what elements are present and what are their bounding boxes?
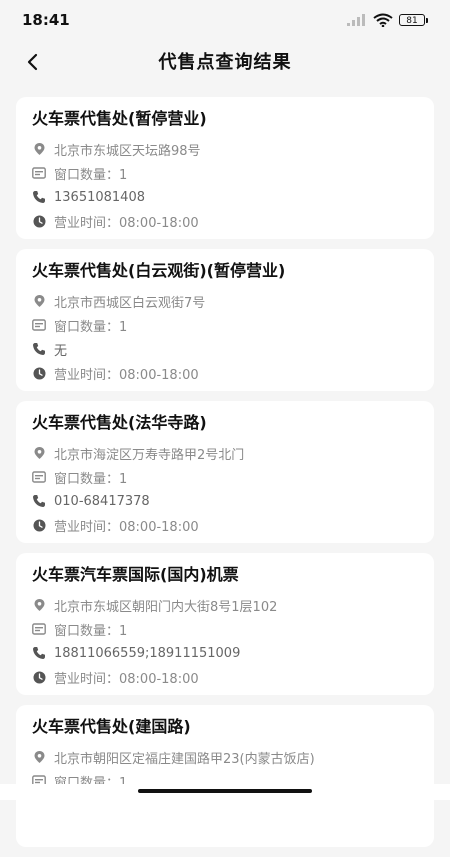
ticket-window-icon xyxy=(32,166,46,180)
wifi-icon xyxy=(373,13,393,27)
battery-level: 81 xyxy=(399,14,425,26)
status-time: 18:41 xyxy=(22,11,70,29)
location-pin-icon xyxy=(32,598,46,612)
location-pin-icon xyxy=(32,294,46,308)
home-bar[interactable] xyxy=(138,789,312,793)
outlet-name: 火车票代售处(白云观街)(暂停营业) xyxy=(32,261,286,280)
business-hours: 营业时间：08:00-18:00 xyxy=(54,215,199,231)
hours-row: 营业时间：08:00-18:00 xyxy=(32,209,418,233)
phone-icon xyxy=(32,190,46,204)
windows-row: 窗口数量：1 xyxy=(32,161,418,185)
clock-icon xyxy=(32,214,46,228)
result-card[interactable]: 火车票代售处(法华寺路) 北京市海淀区万寿寺路甲2号北门 窗口数量：1 010-… xyxy=(16,401,434,543)
clock-icon xyxy=(32,518,46,532)
status-icons: 81 xyxy=(347,13,428,27)
outlet-name: 火车票代售处(暂停营业) xyxy=(32,109,207,128)
phone-icon xyxy=(32,342,46,356)
result-card[interactable]: 火车票代售处(暂停营业) 北京市东城区天坛路98号 窗口数量：1 1365108… xyxy=(16,97,434,239)
result-card[interactable]: 火车票汽车票国际(国内)机票 北京市东城区朝阳门内大街8号1层102 窗口数量：… xyxy=(16,553,434,695)
home-indicator xyxy=(0,784,450,800)
windows-row: 窗口数量：1 xyxy=(32,313,418,337)
outlet-phone: 13651081408 xyxy=(54,189,145,205)
business-hours: 营业时间：08:00-18:00 xyxy=(54,367,199,383)
outlet-name: 火车票汽车票国际(国内)机票 xyxy=(32,565,239,584)
ticket-window-icon xyxy=(32,622,46,636)
ticket-window-icon xyxy=(32,318,46,332)
result-list: 火车票代售处(暂停营业) 北京市东城区天坛路98号 窗口数量：1 1365108… xyxy=(16,97,434,857)
phone-row[interactable]: 13651081408 xyxy=(32,185,418,209)
location-pin-icon xyxy=(32,446,46,460)
nav-bar: 代售点查询结果 xyxy=(0,40,450,80)
outlet-address: 北京市东城区天坛路98号 xyxy=(54,143,201,159)
phone-icon xyxy=(32,494,46,508)
outlet-address: 北京市西城区白云观街7号 xyxy=(54,295,206,311)
page-title: 代售点查询结果 xyxy=(158,52,292,73)
status-bar: 18:41 81 xyxy=(0,0,450,40)
address-row: 北京市海淀区万寿寺路甲2号北门 xyxy=(32,441,418,465)
ticket-window-icon xyxy=(32,470,46,484)
address-row: 北京市朝阳区定福庄建国路甲23(内蒙古饭店) xyxy=(32,745,418,769)
address-row: 北京市东城区朝阳门内大街8号1层102 xyxy=(32,593,418,617)
phone-row[interactable]: 无 xyxy=(32,337,418,361)
window-count: 窗口数量：1 xyxy=(54,623,128,639)
outlet-name: 火车票代售处(建国路) xyxy=(32,717,191,736)
hours-row: 营业时间：08:00-18:00 xyxy=(32,665,418,689)
clock-icon xyxy=(32,670,46,684)
outlet-address: 北京市海淀区万寿寺路甲2号北门 xyxy=(54,447,245,463)
location-pin-icon xyxy=(32,142,46,156)
result-card[interactable]: 火车票代售处(建国路) 北京市朝阳区定福庄建国路甲23(内蒙古饭店) 窗口数量：… xyxy=(16,705,434,847)
window-count: 窗口数量：1 xyxy=(54,319,128,335)
windows-row: 窗口数量：1 xyxy=(32,617,418,641)
outlet-address: 北京市东城区朝阳门内大街8号1层102 xyxy=(54,599,278,615)
outlet-address: 北京市朝阳区定福庄建国路甲23(内蒙古饭店) xyxy=(54,751,315,767)
window-count: 窗口数量：1 xyxy=(54,167,128,183)
phone-row[interactable]: 010-68417378 xyxy=(32,489,418,513)
window-count: 窗口数量：1 xyxy=(54,471,128,487)
hours-row: 营业时间：08:00-18:00 xyxy=(32,361,418,385)
outlet-phone: 无 xyxy=(54,343,68,359)
location-pin-icon xyxy=(32,750,46,764)
phone-row[interactable]: 18811066559;18911151009 xyxy=(32,641,418,665)
address-row: 北京市西城区白云观街7号 xyxy=(32,289,418,313)
address-row: 北京市东城区天坛路98号 xyxy=(32,137,418,161)
outlet-phone: 010-68417378 xyxy=(54,493,150,509)
outlet-name: 火车票代售处(法华寺路) xyxy=(32,413,207,432)
business-hours: 营业时间：08:00-18:00 xyxy=(54,519,199,535)
phone-icon xyxy=(32,646,46,660)
windows-row: 窗口数量：1 xyxy=(32,465,418,489)
outlet-phone: 18811066559;18911151009 xyxy=(54,645,241,661)
business-hours: 营业时间：08:00-18:00 xyxy=(54,671,199,687)
clock-icon xyxy=(32,366,46,380)
signal-icon xyxy=(347,14,365,26)
battery-icon: 81 xyxy=(399,14,428,26)
hours-row: 营业时间：08:00-18:00 xyxy=(32,513,418,537)
result-card[interactable]: 火车票代售处(白云观街)(暂停营业) 北京市西城区白云观街7号 窗口数量：1 无… xyxy=(16,249,434,391)
